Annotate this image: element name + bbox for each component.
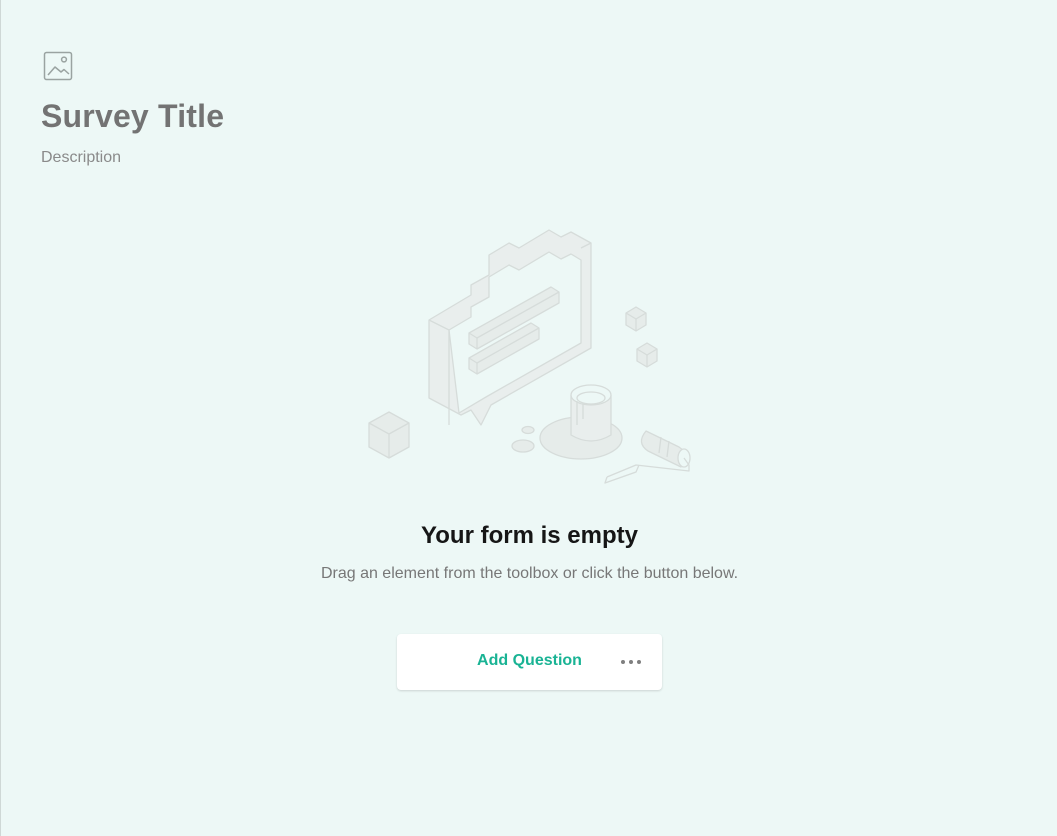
more-options-icon[interactable] xyxy=(615,646,647,678)
more-dot xyxy=(621,660,625,664)
survey-title[interactable]: Survey Title xyxy=(41,98,224,135)
empty-form-illustration xyxy=(361,215,701,495)
more-dot xyxy=(629,660,633,664)
more-dot xyxy=(637,660,641,664)
logo-placeholder-icon[interactable] xyxy=(42,50,74,82)
empty-state-subtitle: Drag an element from the toolbox or clic… xyxy=(320,565,739,582)
empty-state-title: Your form is empty xyxy=(421,522,638,549)
survey-description[interactable]: Description xyxy=(41,149,121,167)
add-question-panel: Add Question xyxy=(397,634,662,690)
